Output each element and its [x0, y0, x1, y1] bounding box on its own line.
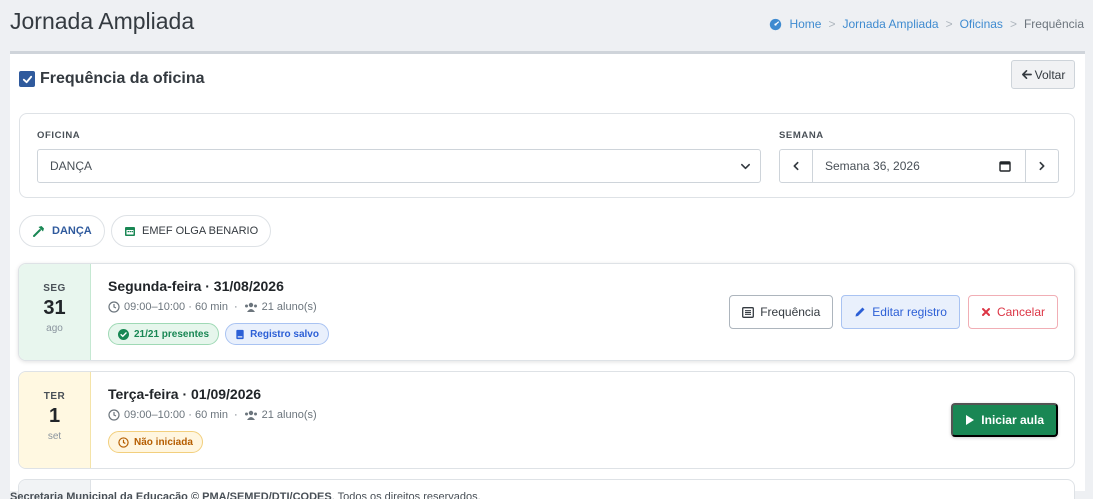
day-title: Segunda-feira · 31/08/2026 — [108, 278, 284, 294]
status-badges: 21/21 presentes Registro salvo — [108, 323, 329, 345]
breadcrumb: Home > Jornada Ampliada > Oficinas > Fre… — [769, 17, 1084, 31]
presentes-badge: 21/21 presentes — [108, 323, 220, 345]
breadcrumb-separator: > — [828, 17, 836, 31]
arrow-left-icon — [1021, 70, 1032, 79]
day-card-tuesday: TER 1 set Terça-feira · 01/09/2026 09:00… — [18, 371, 1075, 469]
not-started-badge: Não iniciada — [108, 431, 203, 453]
oficina-chip-label: DANÇA — [52, 225, 92, 237]
oficina-label: OFICINA — [37, 130, 81, 141]
checkbox-icon — [19, 71, 35, 87]
pencil-icon — [855, 307, 865, 317]
day-card-monday: SEG 31 ago Segunda-feira · 31/08/2026 09… — [18, 263, 1075, 361]
attendance-card: Frequência da oficina Voltar OFICINA DAN… — [10, 51, 1085, 499]
students-text: 21 aluno(s) — [261, 301, 317, 313]
clock-icon — [108, 409, 120, 421]
x-icon — [981, 308, 990, 316]
footer-rights: . Todos os direitos reservados. — [331, 491, 481, 499]
card-title: Frequência da oficina — [19, 70, 204, 88]
back-button[interactable]: Voltar — [1011, 60, 1075, 89]
clock-icon — [108, 301, 120, 313]
edit-record-button[interactable]: Editar registro — [841, 295, 960, 329]
start-class-button[interactable]: Iniciar aula — [951, 403, 1058, 437]
oficina-select[interactable]: DANÇA — [37, 149, 761, 183]
chevron-right-icon — [1039, 161, 1045, 171]
school-chip: EMEF OLGA BENARIO — [111, 215, 272, 247]
book-icon — [236, 329, 244, 339]
calendar-icon[interactable] — [999, 160, 1011, 172]
users-icon — [244, 410, 257, 420]
oficina-select-value: DANÇA — [50, 159, 93, 173]
play-icon — [966, 415, 975, 425]
previous-week-button[interactable] — [780, 150, 813, 182]
breadcrumb-jornada-link[interactable]: Jornada Ampliada — [842, 17, 938, 31]
breadcrumb-oficinas-link[interactable]: Oficinas — [960, 17, 1003, 31]
breadcrumb-home-link[interactable]: Home — [789, 17, 821, 31]
registro-badge: Registro salvo — [225, 323, 329, 345]
day-of-week: TER — [43, 391, 66, 402]
list-icon — [742, 306, 755, 318]
chevron-down-icon — [741, 163, 750, 170]
breadcrumb-separator: > — [945, 17, 953, 31]
day-title: Terça-feira · 01/09/2026 — [108, 386, 262, 402]
time-text: 09:00–10:00 · 60 min — [124, 301, 228, 313]
frequency-button[interactable]: Frequência — [729, 295, 834, 329]
week-input-value: Semana 36, 2026 — [825, 159, 920, 173]
day-month: ago — [46, 323, 63, 334]
clock-icon — [118, 436, 129, 448]
calendar-icon — [125, 227, 135, 236]
check-circle-icon — [118, 328, 129, 340]
breadcrumb-current: Frequência — [1023, 17, 1084, 31]
day-of-week: SEG — [43, 283, 66, 294]
semana-label: SEMANA — [779, 130, 824, 141]
day-meta: 09:00–10:00 · 60 min · 21 aluno(s) — [108, 301, 317, 313]
date-badge: TER 1 set — [19, 372, 91, 468]
students-text: 21 aluno(s) — [261, 409, 317, 421]
breadcrumb-separator: > — [1009, 17, 1017, 31]
card-title-text: Frequência da oficina — [40, 70, 205, 87]
chevron-left-icon — [793, 161, 799, 171]
oficina-chip: DANÇA — [19, 215, 105, 247]
day-number: 31 — [43, 297, 66, 319]
status-badges: Não iniciada — [108, 431, 203, 453]
page-title: Jornada Ampliada — [10, 8, 195, 34]
back-button-label: Voltar — [1034, 67, 1066, 82]
week-input[interactable]: Semana 36, 2026 — [813, 150, 1025, 182]
time-text: 09:00–10:00 · 60 min — [124, 409, 228, 421]
hammer-icon — [33, 226, 44, 237]
filter-panel: OFICINA DANÇA SEMANA Semana 36, 2026 — [19, 113, 1075, 198]
school-chip-label: EMEF OLGA BENARIO — [142, 225, 259, 237]
users-icon — [244, 302, 257, 312]
day-month: set — [47, 431, 62, 442]
day-actions: Frequência Editar registro Cancelar — [729, 295, 1058, 329]
footer: Secretaria Municipal da Educação © PMA/S… — [10, 491, 481, 499]
week-picker: Semana 36, 2026 — [779, 149, 1059, 183]
cancel-button[interactable]: Cancelar — [967, 295, 1058, 329]
day-meta: 09:00–10:00 · 60 min · 21 aluno(s) — [108, 409, 317, 421]
day-number: 1 — [48, 405, 61, 427]
next-week-button[interactable] — [1025, 150, 1058, 182]
footer-org: Secretaria Municipal da Educação © PMA/S… — [10, 491, 332, 499]
date-badge: SEG 31 ago — [19, 264, 91, 360]
gauge-icon — [770, 18, 782, 30]
